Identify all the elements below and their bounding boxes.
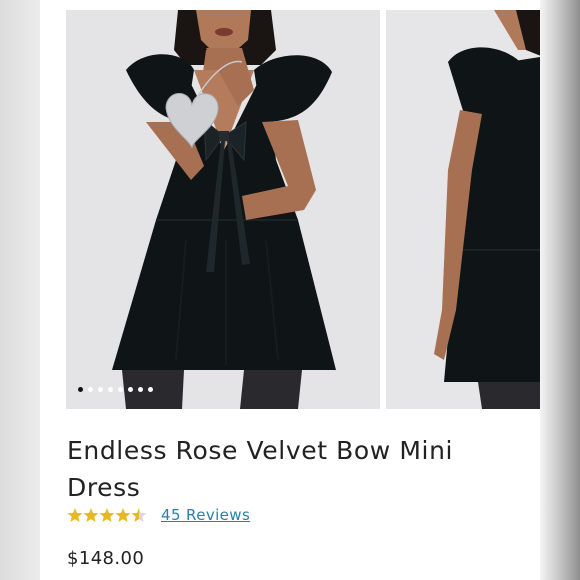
product-image-front[interactable] [66, 10, 380, 409]
carousel-dot[interactable] [118, 387, 123, 392]
carousel-dot[interactable] [98, 387, 103, 392]
carousel-dot[interactable] [78, 387, 83, 392]
product-title: Endless Rose Velvet Bow Mini Dress [67, 436, 454, 502]
model-front-illustration [66, 10, 380, 409]
star-icon [67, 508, 83, 522]
carousel-indicators [78, 387, 153, 392]
carousel-dot[interactable] [148, 387, 153, 392]
product-image-carousel[interactable] [66, 10, 540, 409]
star-rating [67, 507, 147, 523]
product-price: $148.00 [67, 548, 145, 569]
star-icon [115, 508, 131, 522]
carousel-dot[interactable] [128, 387, 133, 392]
carousel-dot[interactable] [108, 387, 113, 392]
star-icon [131, 508, 147, 522]
star-icon [99, 508, 115, 522]
backdrop-right [540, 0, 580, 580]
star-icon [83, 508, 99, 522]
carousel-dot[interactable] [88, 387, 93, 392]
model-side-illustration [386, 10, 540, 409]
product-image-side[interactable] [386, 10, 540, 409]
carousel-dot[interactable] [138, 387, 143, 392]
backdrop-left [0, 0, 40, 580]
reviews-link[interactable]: 45 Reviews [161, 506, 250, 524]
product-card: Endless Rose Velvet Bow Mini Dress 45 Re… [40, 0, 540, 580]
product-rating: 45 Reviews [67, 506, 250, 524]
